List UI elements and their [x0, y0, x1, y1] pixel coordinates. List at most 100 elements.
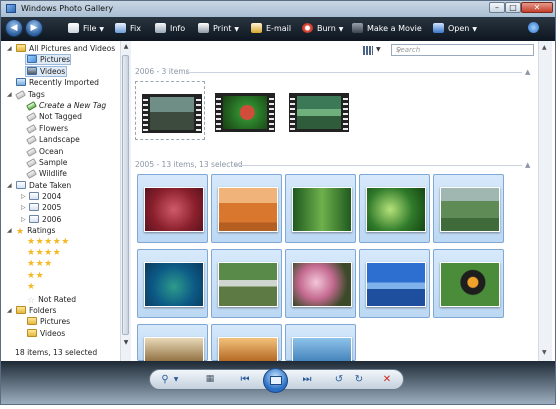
nav-tag-sample[interactable]: Sample — [1, 157, 119, 168]
nav-recently-imported[interactable]: Recently Imported — [1, 77, 119, 88]
photo-image — [366, 187, 426, 232]
nav-date-taken[interactable]: ◢ Date Taken — [1, 180, 119, 191]
nav-not-rated-label: Not Rated — [38, 294, 77, 304]
nav-all-pictures-and-videos[interactable]: ◢ All Pictures and Videos — [1, 43, 119, 54]
photo-thumbnail[interactable] — [137, 174, 208, 243]
nav-rating-5-stars[interactable]: ★★★★★ — [1, 237, 119, 248]
next-button[interactable]: ⏭ — [297, 373, 317, 386]
photo-thumbnail[interactable] — [433, 174, 504, 243]
folder-icon — [27, 317, 37, 326]
nav-tag-not-tagged[interactable]: Not Tagged — [1, 111, 119, 123]
photo-thumbnail[interactable] — [137, 249, 208, 318]
search-icon[interactable]: ⚲ — [396, 46, 528, 54]
photo-thumbnail[interactable] — [211, 174, 282, 243]
calendar-icon — [29, 192, 39, 201]
slide-show-button[interactable] — [263, 368, 288, 393]
nav-rating-4-stars[interactable]: ★★★★ — [1, 248, 119, 259]
photo-thumbnail[interactable] — [137, 324, 208, 364]
thumbnail-scrollbar[interactable]: ▲ ▼ — [538, 41, 552, 361]
nav-rating-3-stars[interactable]: ★★★ — [1, 259, 119, 270]
photo-thumbnail[interactable] — [359, 174, 430, 243]
collapse-group-icon[interactable]: ▲ — [525, 68, 530, 76]
chevron-down-icon[interactable]: ▼ — [376, 46, 381, 53]
collapse-arrow-icon[interactable]: ◢ — [7, 43, 12, 54]
nav-year-label: 2006 — [42, 214, 62, 224]
actual-size-icon[interactable]: ▦ — [204, 373, 216, 386]
expand-arrow-icon[interactable]: ▷ — [21, 191, 26, 202]
photo-thumbnail[interactable] — [285, 324, 356, 364]
group-header-2006[interactable]: 2006 - 3 items — [135, 67, 190, 76]
nav-pictures[interactable]: Pictures — [1, 54, 119, 66]
file-menu[interactable]: File ▼ — [68, 23, 104, 33]
nav-ratings[interactable]: ◢ ★ Ratings — [1, 225, 119, 237]
video-thumbnail[interactable] — [283, 81, 353, 140]
collapse-group-icon[interactable]: ▲ — [525, 161, 530, 169]
collapse-arrow-icon[interactable]: ◢ — [7, 305, 12, 316]
nav-folder-pictures[interactable]: Pictures — [1, 316, 119, 327]
email-button[interactable]: E-mail — [251, 23, 291, 33]
folders-icon — [16, 305, 26, 314]
navigation-scrollbar[interactable]: ▲ ▼ — [120, 41, 131, 361]
scroll-up-icon[interactable]: ▲ — [122, 43, 130, 52]
nav-year-2005[interactable]: ▷ 2005 — [1, 202, 119, 213]
collapse-arrow-icon[interactable]: ◢ — [7, 180, 12, 191]
burn-menu[interactable]: Burn ▼ — [302, 23, 343, 33]
rotate-counterclockwise-icon[interactable]: ↺ — [332, 373, 346, 386]
info-button[interactable]: Info — [155, 23, 185, 33]
expand-arrow-icon[interactable]: ▷ — [21, 214, 26, 225]
flower-video-frame — [223, 96, 267, 129]
chevron-down-icon: ▼ — [234, 26, 240, 33]
open-menu[interactable]: Open ▼ — [433, 23, 477, 33]
previous-button[interactable]: ⏮ — [235, 373, 255, 386]
nav-tag-ocean[interactable]: Ocean — [1, 146, 119, 157]
nav-not-rated[interactable]: ☆ Not Rated — [1, 294, 119, 306]
forward-arrow-icon: ▶ — [30, 23, 38, 33]
photo-thumbnail[interactable] — [211, 324, 282, 364]
photo-thumbnail[interactable] — [211, 249, 282, 318]
scrollbar-thumb[interactable] — [122, 55, 129, 335]
minimize-button[interactable]: – — [489, 2, 505, 13]
forward-button[interactable]: ▶ — [25, 19, 43, 37]
photo-thumbnail[interactable] — [359, 249, 430, 318]
search-input[interactable]: Search ⚲ — [391, 44, 534, 56]
print-menu[interactable]: Print ▼ — [198, 23, 239, 33]
nav-year-2006[interactable]: ▷ 2006 — [1, 214, 119, 225]
delete-icon[interactable]: ✕ — [380, 373, 394, 386]
photo-thumbnail[interactable] — [285, 249, 356, 318]
maximize-button[interactable]: □ — [505, 2, 521, 13]
nav-tag-flowers[interactable]: Flowers — [1, 123, 119, 134]
help-button[interactable] — [528, 22, 543, 33]
video-thumbnail[interactable] — [135, 81, 205, 140]
view-options-icon[interactable] — [363, 46, 373, 55]
nav-rating-1-star[interactable]: ★ — [1, 282, 119, 293]
nav-tag-wildlife[interactable]: Wildlife — [1, 168, 119, 180]
photo-image — [440, 262, 500, 307]
video-thumbnail[interactable] — [209, 81, 279, 140]
chevron-down-icon[interactable]: ▼ — [172, 373, 180, 386]
group-header-2005[interactable]: 2005 - 13 items, 13 selected — [135, 160, 243, 169]
rotate-clockwise-icon[interactable]: ↻ — [352, 373, 366, 386]
scroll-down-icon[interactable]: ▼ — [542, 349, 547, 356]
nav-date-taken-label: Date Taken — [29, 180, 72, 190]
nav-videos[interactable]: Videos — [1, 65, 119, 77]
nav-tags[interactable]: ◢ Tags — [1, 89, 119, 100]
scroll-up-icon[interactable]: ▲ — [542, 44, 547, 51]
close-button[interactable]: ✕ — [521, 2, 553, 13]
nav-year-2004[interactable]: ▷ 2004 — [1, 191, 119, 202]
photo-thumbnail[interactable] — [285, 174, 356, 243]
collapse-arrow-icon[interactable]: ◢ — [7, 225, 12, 236]
back-button[interactable]: ◀ — [5, 19, 23, 37]
make-a-movie-button[interactable]: Make a Movie — [352, 23, 422, 33]
nav-rating-2-stars[interactable]: ★★ — [1, 271, 119, 282]
fix-button[interactable]: Fix — [115, 23, 141, 33]
expand-arrow-icon[interactable]: ▷ — [21, 202, 26, 213]
nav-folder-videos[interactable]: Videos — [1, 328, 119, 339]
chevron-down-icon: ▼ — [338, 26, 344, 33]
collapse-arrow-icon[interactable]: ◢ — [7, 89, 12, 100]
scroll-down-icon[interactable]: ▼ — [122, 339, 130, 348]
nav-tag-landscape[interactable]: Landscape — [1, 134, 119, 145]
photo-thumbnail[interactable] — [433, 249, 504, 318]
zoom-icon[interactable]: ⚲ — [158, 373, 172, 386]
nav-folders[interactable]: ◢ Folders — [1, 305, 119, 316]
nav-create-new-tag[interactable]: Create a New Tag — [1, 100, 119, 111]
